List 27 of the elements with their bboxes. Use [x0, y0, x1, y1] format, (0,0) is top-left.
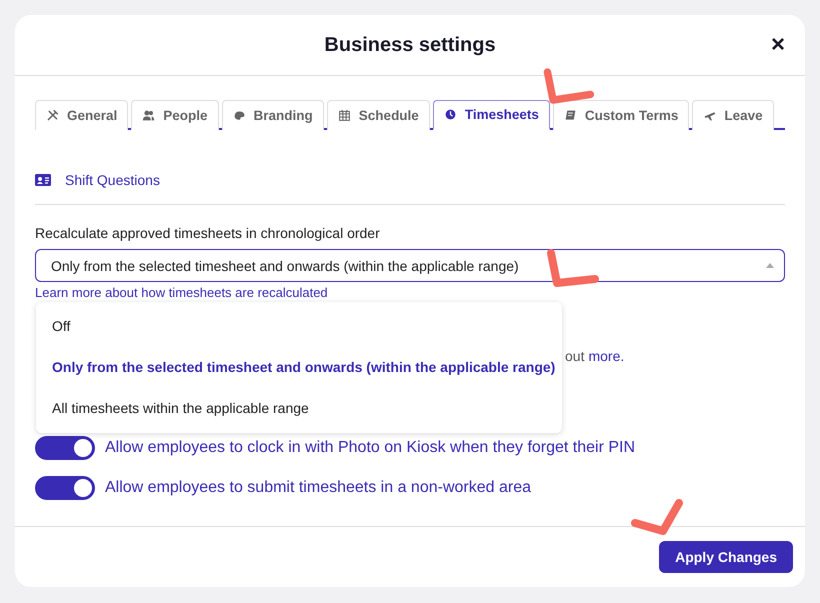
toggle-switch[interactable] — [35, 476, 95, 500]
dropdown-option[interactable]: All timesheets within the applicable range — [36, 388, 562, 429]
dialog-title: Business settings — [324, 34, 496, 56]
tab[interactable]: Timesheets — [432, 100, 550, 130]
caret-icon — [766, 263, 774, 268]
tab[interactable]: General — [35, 100, 128, 130]
dropdown-option[interactable]: Off — [36, 306, 562, 347]
recalculate-select[interactable]: Only from the selected timesheet and onwards (within the applicable range) — [35, 249, 785, 282]
dropdown-option[interactable]: Only from the selected timesheet and onwards (within the applicable range) — [36, 347, 562, 388]
tab[interactable]: People — [131, 100, 219, 130]
tab[interactable]: Schedule — [326, 100, 430, 130]
apply-changes-button[interactable]: Apply Changes — [659, 541, 793, 573]
field-label: Recalculate approved timesheets in chronological order — [35, 225, 381, 241]
help-link[interactable]: Learn more about how timesheets are recalculated — [35, 285, 328, 300]
note-text: out — [565, 348, 584, 364]
annotation-check-drawing — [547, 249, 599, 287]
more-link[interactable]: more. — [588, 348, 624, 364]
tab[interactable]: Leave — [692, 100, 774, 130]
toggle-switch[interactable] — [35, 436, 95, 460]
toggle-label: Allow employees to submit timesheets in a non-worked area — [105, 479, 531, 497]
tab[interactable]: Custom Terms — [552, 100, 690, 130]
tab[interactable]: Branding — [222, 100, 324, 130]
shift-questions-link[interactable]: Shift Questions — [65, 172, 160, 188]
toggle-label: Allow employees to clock in with Photo on Kiosk when they forget their PIN — [105, 439, 636, 457]
close-button[interactable]: × — [770, 33, 785, 57]
annotation-check-drawing — [631, 499, 683, 535]
id-card-icon — [35, 174, 51, 186]
